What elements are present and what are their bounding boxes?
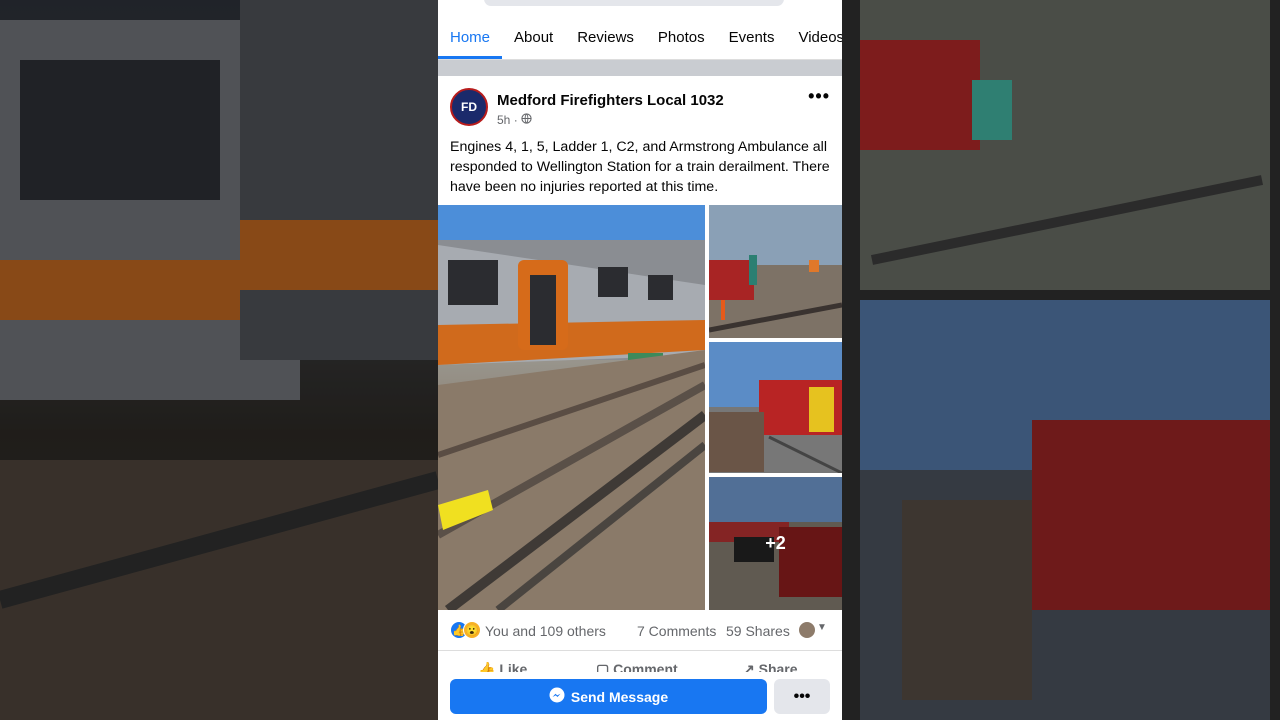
post-more-options-icon[interactable]: •••	[808, 86, 830, 107]
send-message-label: Send Message	[570, 688, 669, 705]
post-photo-4[interactable]: +2	[709, 477, 842, 610]
post-time[interactable]: 5h	[497, 113, 510, 127]
post-meta: 5h ·	[497, 113, 532, 127]
post-photo-3[interactable]	[709, 342, 842, 473]
tab-events[interactable]: Events	[717, 16, 787, 59]
reaction-count[interactable]: You and 109 others	[485, 623, 606, 639]
tab-reviews[interactable]: Reviews	[565, 16, 646, 59]
section-divider	[438, 60, 842, 76]
post-author[interactable]: Medford Firefighters Local 1032	[497, 92, 724, 109]
reactions-bar: 👍 😮 You and 109 others 7 Comments 59 Sha…	[450, 620, 830, 642]
post-header: FD Medford Firefighters Local 1032 5h · …	[450, 86, 830, 130]
tab-home[interactable]: Home	[438, 16, 503, 59]
reaction-icons[interactable]: 👍 😮	[450, 621, 482, 639]
post-photo-2[interactable]	[709, 205, 842, 338]
tab-photos[interactable]: Photos	[646, 16, 717, 59]
meta-separator: ·	[513, 113, 522, 127]
comments-count[interactable]: 7 Comments	[637, 623, 716, 639]
post-text: Engines 4, 1, 5, Ladder 1, C2, and Armst…	[450, 139, 830, 195]
shares-count[interactable]: 59 Shares	[726, 623, 790, 639]
more-photos-overlay[interactable]: +2	[709, 477, 842, 610]
tab-about[interactable]: About	[502, 16, 565, 59]
more-options-button[interactable]: •••	[774, 679, 830, 714]
page-tabs: Home About Reviews Photos Events Videos	[438, 16, 842, 60]
bottom-action-bar: Send Message •••	[438, 672, 842, 720]
wow-reaction-icon: 😮	[463, 621, 481, 639]
avatar[interactable]: FD	[450, 88, 488, 126]
globe-icon	[521, 113, 532, 127]
viewer-avatar[interactable]	[799, 622, 815, 638]
background-blur-left	[0, 0, 438, 720]
send-message-button[interactable]: Send Message	[450, 679, 767, 714]
phone-screen: Home About Reviews Photos Events Videos …	[438, 0, 842, 720]
post-photo-main[interactable]	[438, 205, 705, 610]
background-blur-right	[842, 0, 1280, 720]
search-bar[interactable]	[484, 0, 784, 6]
chevron-down-icon[interactable]: ▼	[817, 622, 827, 633]
messenger-icon	[549, 687, 565, 706]
tab-videos[interactable]: Videos	[786, 16, 842, 59]
